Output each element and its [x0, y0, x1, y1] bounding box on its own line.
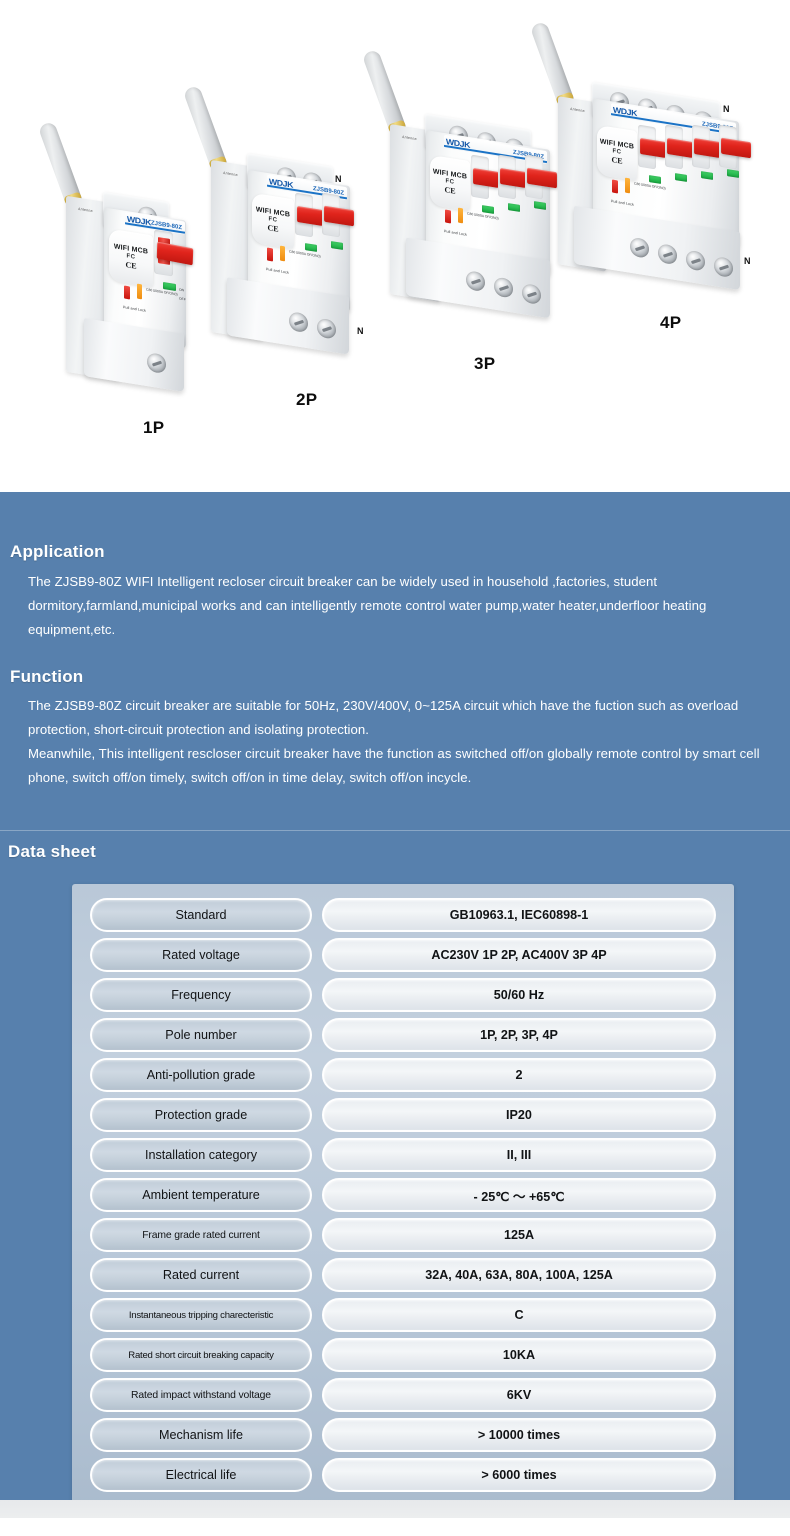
info-panel: Application The ZJSB9-80Z WIFI Intellige…	[0, 492, 790, 1518]
pole-caption-1p: 1P	[143, 418, 165, 437]
spec-value: C	[322, 1298, 716, 1332]
spec-label: Protection grade	[90, 1098, 312, 1132]
function-heading: Function	[10, 667, 84, 686]
table-row: Rated impact withstand voltage 6KV	[90, 1378, 716, 1412]
spec-label: Rated voltage	[90, 938, 312, 972]
spec-label: Rated impact withstand voltage	[90, 1378, 312, 1412]
application-text: The ZJSB9-80Z WIFI Intelligent recloser …	[28, 574, 707, 638]
table-row: Frame grade rated current 125A	[90, 1218, 716, 1252]
spec-label: Pole number	[90, 1018, 312, 1052]
spec-label: Anti-pollution grade	[90, 1058, 312, 1092]
spec-value: 10KA	[322, 1338, 716, 1372]
test-button[interactable]	[458, 207, 463, 224]
test-button[interactable]	[137, 283, 142, 300]
spec-value: > 6000 times	[322, 1458, 716, 1492]
spec-label: Standard	[90, 898, 312, 932]
table-row: Anti-pollution grade 2	[90, 1058, 716, 1092]
function-text-line2: Meanwhile, This intelligent rescloser ci…	[28, 746, 760, 786]
spec-label: Frequency	[90, 978, 312, 1012]
datasheet-heading: Data sheet	[8, 842, 96, 861]
pole-caption-3p: 3P	[474, 354, 496, 373]
status-indicator-red	[612, 179, 618, 194]
neutral-mark-bottom: N	[744, 256, 751, 266]
spec-label: Ambient temperature	[90, 1178, 312, 1212]
terminal-screw	[466, 270, 485, 293]
table-row: Rated short circuit breaking capacity 10K…	[90, 1338, 716, 1372]
spec-value: > 10000 times	[322, 1418, 716, 1452]
face-label-panel: WIFI MCB FC CE	[109, 228, 153, 288]
off-micro-text: OFF	[179, 296, 186, 302]
breaker-unit-2p: Antenna N WDJK ZJSB9-80Z WIFI MCB FC CE …	[182, 82, 405, 357]
application-section: Application The ZJSB9-80Z WIFI Intellige…	[10, 542, 780, 642]
spec-label: Rated short circuit breaking capacity	[90, 1338, 312, 1372]
ce-mark-icon: CE	[125, 260, 137, 271]
table-row: Installation category II, III	[90, 1138, 716, 1172]
pole-caption-2p: 2P	[296, 390, 318, 409]
function-section: Function The ZJSB9-80Z circuit breaker a…	[10, 667, 780, 790]
status-indicator-red	[445, 209, 451, 224]
spec-label: Rated current	[90, 1258, 312, 1292]
table-row: Instantaneous tripping charecteristic C	[90, 1298, 716, 1332]
terminal-screw	[289, 311, 308, 334]
application-heading: Application	[10, 542, 105, 561]
bottom-strip	[0, 1500, 790, 1518]
datasheet-section: Data sheet	[8, 842, 96, 862]
table-row: Protection grade IP20	[90, 1098, 716, 1132]
spec-value: 125A	[322, 1218, 716, 1252]
spec-value: AC230V 1P 2P, AC400V 3P 4P	[322, 938, 716, 972]
face-label-panel: WIFI MCB FC CE	[430, 154, 470, 212]
product-showcase: Antenna WDJK ZJSB9-80Z WIFI MCB FC CE C8…	[0, 0, 790, 492]
spec-value: 6KV	[322, 1378, 716, 1412]
spec-label: Instantaneous tripping charecteristic	[90, 1298, 312, 1332]
status-indicator-red	[267, 247, 273, 262]
table-row: Standard GB10963.1, IEC60898-1	[90, 898, 716, 932]
spec-label: Mechanism life	[90, 1418, 312, 1452]
table-row: Pole number 1P, 2P, 3P, 4P	[90, 1018, 716, 1052]
section-divider	[0, 830, 790, 831]
terminal-screw	[630, 236, 649, 259]
table-row: Electrical life > 6000 times	[90, 1458, 716, 1492]
status-indicator-red	[124, 285, 130, 300]
spec-label: Frame grade rated current	[90, 1218, 312, 1252]
test-button[interactable]	[625, 177, 630, 194]
neutral-mark-bottom: N	[357, 326, 364, 336]
spec-value: GB10963.1, IEC60898-1	[322, 898, 716, 932]
spec-value: 2	[322, 1058, 716, 1092]
terminal-screw	[147, 352, 166, 375]
terminal-screw-neutral	[714, 256, 733, 279]
table-row: Rated current 32A, 40A, 63A, 80A, 100A, 1…	[90, 1258, 716, 1292]
terminal-screw	[494, 276, 513, 299]
table-row: Rated voltage AC230V 1P 2P, AC400V 3P 4P	[90, 938, 716, 972]
table-row: Mechanism life > 10000 times	[90, 1418, 716, 1452]
spec-value: 50/60 Hz	[322, 978, 716, 1012]
test-button[interactable]	[280, 245, 285, 262]
spec-value: 1P, 2P, 3P, 4P	[322, 1018, 716, 1052]
spec-value: - 25℃ ～ +65℃	[322, 1178, 716, 1212]
spec-value: II, III	[322, 1138, 716, 1172]
spec-value: 32A, 40A, 63A, 80A, 100A, 125A	[322, 1258, 716, 1292]
terminal-screw	[686, 249, 705, 272]
face-label-panel: WIFI MCB FC CE	[252, 192, 294, 250]
spec-value: IP20	[322, 1098, 716, 1132]
ce-mark-icon: CE	[444, 185, 456, 196]
terminal-screw	[658, 243, 677, 266]
table-row: Frequency 50/60 Hz	[90, 978, 716, 1012]
on-off-micro-text: ON	[179, 287, 185, 293]
face-label-panel: WIFI MCB FC CE	[597, 124, 637, 182]
function-text-line1: The ZJSB9-80Z circuit breaker are suitab…	[28, 698, 739, 738]
ce-mark-icon: CE	[267, 223, 279, 234]
spec-label: Electrical life	[90, 1458, 312, 1492]
neutral-mark-top: N	[723, 104, 730, 114]
terminal-screw-neutral	[317, 317, 336, 340]
spec-label: Installation category	[90, 1138, 312, 1172]
neutral-mark-top: N	[335, 174, 342, 184]
pole-caption-4p: 4P	[660, 313, 682, 332]
breaker-unit-4p: Antenna N WDJK ZJSB9-80Z WIFI MCB FC CE	[529, 18, 790, 293]
terminal-screw	[522, 282, 541, 305]
ce-mark-icon: CE	[611, 155, 623, 166]
datasheet-table: Standard GB10963.1, IEC60898-1 Rated volta…	[72, 884, 734, 1508]
table-row: Ambient temperature - 25℃ ～ +65℃	[90, 1178, 716, 1212]
